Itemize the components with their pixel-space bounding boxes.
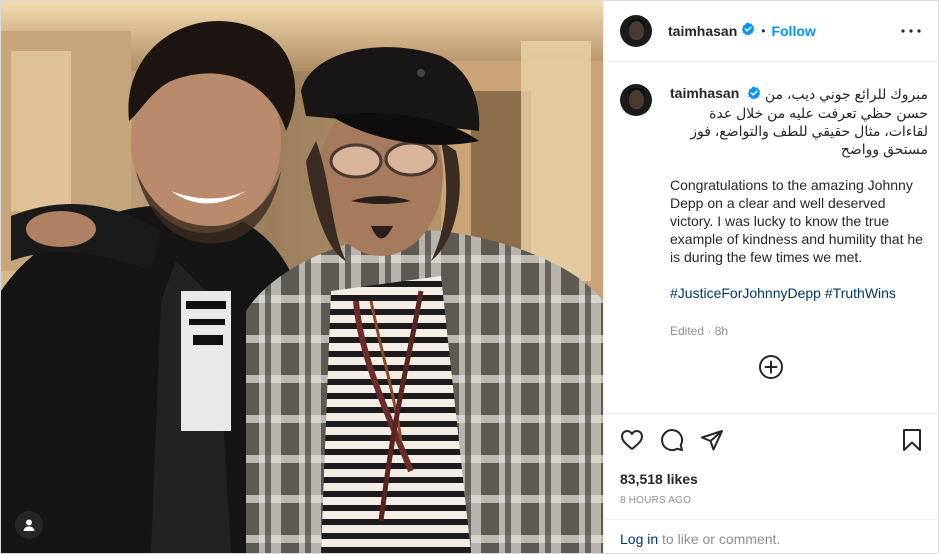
post-header: taimhasan • Follow <box>604 1 939 62</box>
hashtag-justice-for-johnny-depp[interactable]: #JusticeForJohnnyDepp <box>670 285 821 301</box>
caption-arabic-text: حسن حظي تعرفت عليه من خلال عدة لقاءات، م… <box>690 105 928 157</box>
bookmark-icon[interactable] <box>900 428 924 452</box>
post-photo[interactable] <box>1 1 603 553</box>
avatar[interactable] <box>620 15 652 47</box>
user-tag-icon[interactable] <box>15 511 43 539</box>
likes-count[interactable]: 83,518 likes <box>620 471 698 487</box>
instagram-post: taimhasan • Follow taimhasan مبروك للرائ… <box>0 0 939 554</box>
header-separator: • <box>761 24 766 38</box>
share-icon[interactable] <box>700 428 724 452</box>
load-more-comments-icon[interactable] <box>758 354 784 380</box>
user-tag-glyph <box>23 519 35 531</box>
caption-hashtags: #JusticeForJohnnyDepp #TruthWins <box>670 284 928 302</box>
edited-timestamp: Edited · 8h <box>670 324 729 338</box>
hashtag-truth-wins[interactable]: #TruthWins <box>825 285 896 301</box>
verified-badge-icon <box>741 22 755 41</box>
action-bar <box>604 414 939 460</box>
comment-icon[interactable] <box>660 428 684 452</box>
caption-avatar[interactable] <box>620 84 652 116</box>
follow-button[interactable]: Follow <box>771 23 815 39</box>
login-rest-text: to like or comment. <box>658 531 781 547</box>
caption-verified-badge-icon <box>747 86 761 104</box>
photo-illustration <box>1 1 603 553</box>
login-bar: Log in to like or comment. <box>604 519 939 554</box>
caption-area: taimhasan مبروك للرائع جوني ديب، من حسن … <box>604 62 939 414</box>
caption-text: taimhasan مبروك للرائع جوني ديب، من حسن … <box>670 84 928 340</box>
post-side-panel: taimhasan • Follow taimhasan مبروك للرائ… <box>603 1 939 553</box>
caption-avatar-face <box>629 90 644 109</box>
login-link[interactable]: Log in <box>620 531 658 547</box>
header-username[interactable]: taimhasan <box>668 23 737 39</box>
caption-username-wrap: taimhasan <box>670 84 761 104</box>
caption-first-line: taimhasan مبروك للرائع جوني ديب، من <box>670 84 928 104</box>
caption-username[interactable]: taimhasan <box>670 85 739 101</box>
caption-arabic-first-line: مبروك للرائع جوني ديب، من <box>764 86 928 102</box>
login-prompt: Log in to like or comment. <box>620 531 780 547</box>
avatar-face <box>629 21 644 40</box>
heart-icon[interactable] <box>620 428 644 452</box>
more-options-icon[interactable] <box>899 19 923 43</box>
post-time[interactable]: 8 HOURS AGO <box>620 495 691 506</box>
caption-english-text: Congratulations to the amazing Johnny De… <box>670 177 923 265</box>
